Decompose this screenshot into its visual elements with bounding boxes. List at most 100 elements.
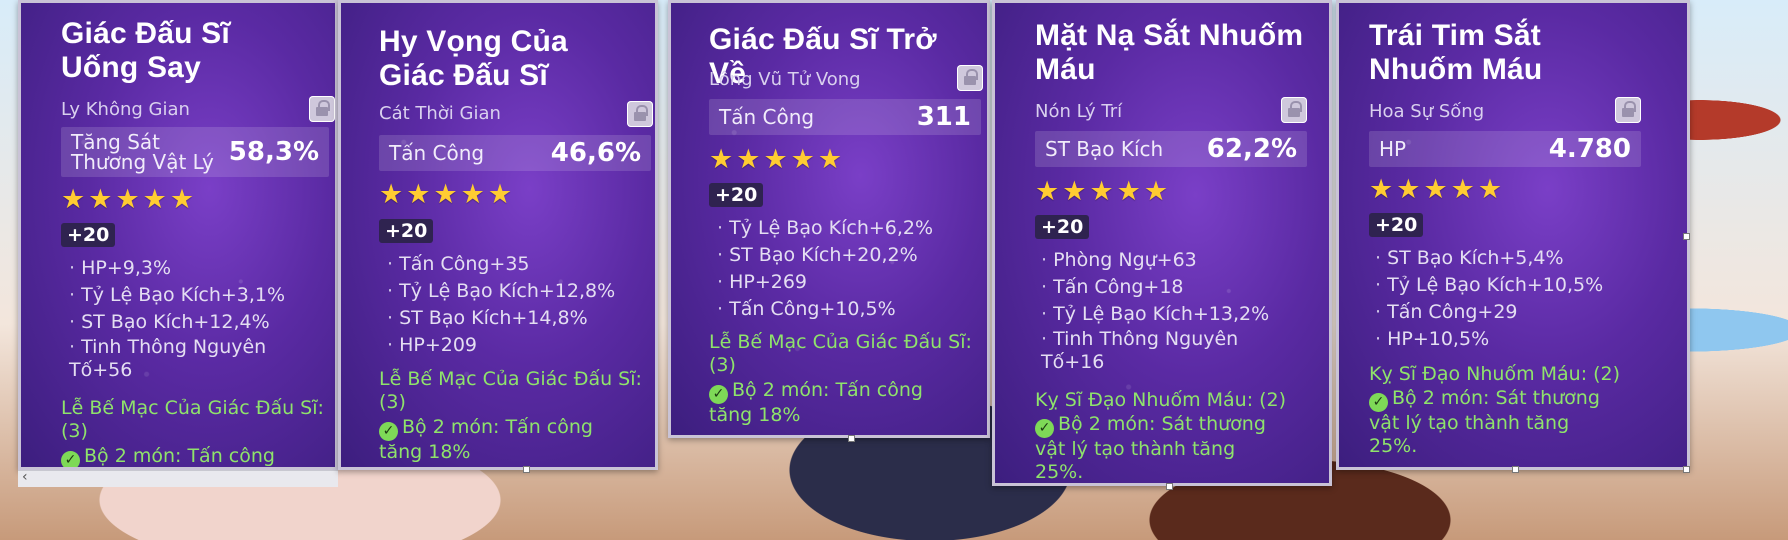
- substat-list: Tấn Công+35 Tỷ Lệ Bạo Kích+12,8% ST Bạo …: [387, 251, 647, 359]
- substat: Tấn Công+10,5%: [717, 296, 977, 323]
- set-bonus-text: Bộ 2 món: Tấn công tăng 18%: [379, 416, 593, 463]
- resize-handle[interactable]: [523, 466, 530, 473]
- substat: Tấn Công+35: [387, 251, 647, 278]
- lock-icon[interactable]: [1615, 97, 1641, 123]
- resize-handle[interactable]: [848, 435, 855, 442]
- artifact-title: Giác Đấu Sĩ Uống Say: [61, 17, 230, 84]
- substat: Tinh Thông Nguyên Tố+56: [69, 336, 319, 382]
- star-icon: ★: [763, 144, 788, 175]
- main-stat-value: 46,6%: [550, 138, 641, 168]
- artifact-card-3[interactable]: Giác Đấu Sĩ Trở Về Lông Vũ Tử Vong Tấn C…: [668, 0, 990, 438]
- star-icon: ★: [460, 179, 485, 210]
- check-icon: ✓: [61, 451, 80, 467]
- rarity-stars: ★ ★ ★ ★ ★: [709, 146, 842, 174]
- main-stat-name: HP: [1379, 137, 1407, 161]
- substat: Tỷ Lệ Bạo Kích+10,5%: [1375, 272, 1635, 299]
- artifact-slot: Cát Thời Gian: [379, 103, 501, 124]
- substat: ST Bạo Kích+14,8%: [387, 305, 647, 332]
- substat: ST Bạo Kích+5,4%: [1375, 245, 1635, 272]
- main-stat-name: Tấn Công: [389, 141, 485, 165]
- level-badge: +20: [1035, 215, 1090, 239]
- artifact-title: Trái Tim Sắt Nhuốm Máu: [1369, 19, 1543, 86]
- artifact-slot: Lông Vũ Tử Vong: [709, 69, 861, 90]
- substat: Phòng Ngự+63: [1041, 247, 1291, 274]
- resize-handle[interactable]: [1166, 483, 1173, 490]
- set-bonus-text: Bộ 2 món: Tấn công tăng 18%: [709, 379, 923, 426]
- star-icon: ★: [1062, 176, 1087, 207]
- check-icon: ✓: [709, 385, 728, 404]
- level-badge: +20: [379, 219, 434, 243]
- substat: Tỷ Lệ Bạo Kích+6,2%: [717, 215, 977, 242]
- set-bonus: ✓ Bộ 2 món: Sát thương vật lý tạo thành t…: [1369, 387, 1619, 458]
- star-icon: ★: [736, 144, 761, 175]
- check-icon: ✓: [1369, 393, 1388, 412]
- resize-handle[interactable]: [1683, 466, 1690, 473]
- rarity-stars: ★ ★ ★ ★ ★: [61, 186, 194, 214]
- lock-icon[interactable]: [1281, 97, 1307, 123]
- artifact-slot: Ly Không Gian: [61, 99, 190, 120]
- star-icon: ★: [1116, 176, 1141, 207]
- main-stat: HP 4.780: [1369, 131, 1641, 167]
- star-icon: ★: [1035, 176, 1060, 207]
- substat-list: ST Bạo Kích+5,4% Tỷ Lệ Bạo Kích+10,5% Tấ…: [1375, 245, 1635, 353]
- main-stat-value: 4.780: [1548, 134, 1631, 164]
- main-stat-name: ST Bạo Kích: [1045, 137, 1164, 161]
- star-icon: ★: [115, 184, 140, 215]
- substat: Tấn Công+29: [1375, 299, 1635, 326]
- artifact-card-5[interactable]: Trái Tim Sắt Nhuốm Máu Hoa Sự Sống HP 4.…: [1336, 0, 1690, 470]
- substat: ST Bạo Kích+12,4%: [69, 309, 319, 336]
- substat-list: Tỷ Lệ Bạo Kích+6,2% ST Bạo Kích+20,2% HP…: [717, 215, 977, 323]
- substat: Tỷ Lệ Bạo Kích+13,2%: [1041, 301, 1291, 328]
- rarity-stars: ★ ★ ★ ★ ★: [1035, 178, 1168, 206]
- star-icon: ★: [1450, 174, 1475, 205]
- level-badge: +20: [709, 183, 764, 207]
- set-bonus-text: Bộ 2 món: Tấn công: [84, 445, 275, 467]
- resize-handle[interactable]: [1683, 233, 1690, 240]
- artifact-title: Hy Vọng Của Giác Đấu Sĩ: [379, 25, 568, 92]
- level-badge: +20: [1369, 213, 1424, 237]
- star-icon: ★: [1396, 174, 1421, 205]
- lock-icon[interactable]: [309, 96, 335, 122]
- set-bonus: ✓ Bộ 2 món: Sát thương vật lý tạo thành t…: [1035, 413, 1285, 483]
- set-name: Lễ Bế Mạc Của Giác Đấu Sĩ: (3): [379, 368, 642, 413]
- artifact-title: Mặt Nạ Sắt Nhuốm Máu: [1035, 19, 1304, 86]
- star-icon: ★: [88, 184, 113, 215]
- main-stat-value: 58,3%: [228, 137, 319, 167]
- artifact-card-2[interactable]: Hy Vọng Của Giác Đấu Sĩ Cát Thời Gian Tấ…: [338, 0, 658, 470]
- set-name: Lễ Bế Mạc Của Giác Đấu Sĩ: (3): [61, 397, 324, 442]
- substat: Tấn Công+18: [1041, 274, 1291, 301]
- star-icon: ★: [487, 179, 513, 210]
- artifact-slot: Hoa Sự Sống: [1369, 101, 1485, 122]
- substat: Tỷ Lệ Bạo Kích+3,1%: [69, 282, 319, 309]
- substat: HP+209: [387, 332, 647, 359]
- star-icon: ★: [406, 179, 431, 210]
- star-icon: ★: [1089, 176, 1114, 207]
- star-icon: ★: [817, 144, 843, 175]
- rarity-stars: ★ ★ ★ ★ ★: [1369, 176, 1502, 204]
- artifact-card-4[interactable]: Mặt Nạ Sắt Nhuốm Máu Nón Lý Trí ST Bạo K…: [992, 0, 1332, 486]
- artifact-card-1[interactable]: Giác Đấu Sĩ Uống Say Ly Không Gian Tăng …: [18, 0, 338, 470]
- scroll-left-icon[interactable]: ‹: [22, 469, 28, 485]
- substat: Tinh Thông Nguyên Tố+16: [1041, 328, 1291, 374]
- star-icon: ★: [1477, 174, 1503, 205]
- level-badge: +20: [61, 223, 116, 247]
- set-bonus: ✓ Bộ 2 món: Tấn công tăng 18%: [379, 416, 619, 464]
- artifact-slot: Nón Lý Trí: [1035, 101, 1123, 122]
- star-icon: ★: [169, 184, 195, 215]
- substat: HP+10,5%: [1375, 326, 1635, 353]
- substat-list: HP+9,3% Tỷ Lệ Bạo Kích+3,1% ST Bạo Kích+…: [69, 255, 319, 382]
- check-icon: ✓: [1035, 419, 1054, 438]
- star-icon: ★: [61, 184, 86, 215]
- set-bonus-text: Bộ 2 món: Sát thương vật lý tạo thành tă…: [1035, 413, 1266, 483]
- star-icon: ★: [709, 144, 734, 175]
- resize-handle[interactable]: [1512, 466, 1519, 473]
- star-icon: ★: [142, 184, 167, 215]
- star-icon: ★: [379, 179, 404, 210]
- horizontal-scrollbar[interactable]: ‹: [18, 469, 338, 487]
- substat-list: Phòng Ngự+63 Tấn Công+18 Tỷ Lệ Bạo Kích+…: [1041, 247, 1291, 374]
- set-name: Kỵ Sĩ Đạo Nhuốm Máu: (2): [1369, 363, 1621, 385]
- lock-icon[interactable]: [627, 101, 653, 127]
- main-stat: Tấn Công 311: [709, 99, 981, 135]
- main-stat: ST Bạo Kích 62,2%: [1035, 131, 1307, 167]
- lock-icon[interactable]: [957, 65, 983, 91]
